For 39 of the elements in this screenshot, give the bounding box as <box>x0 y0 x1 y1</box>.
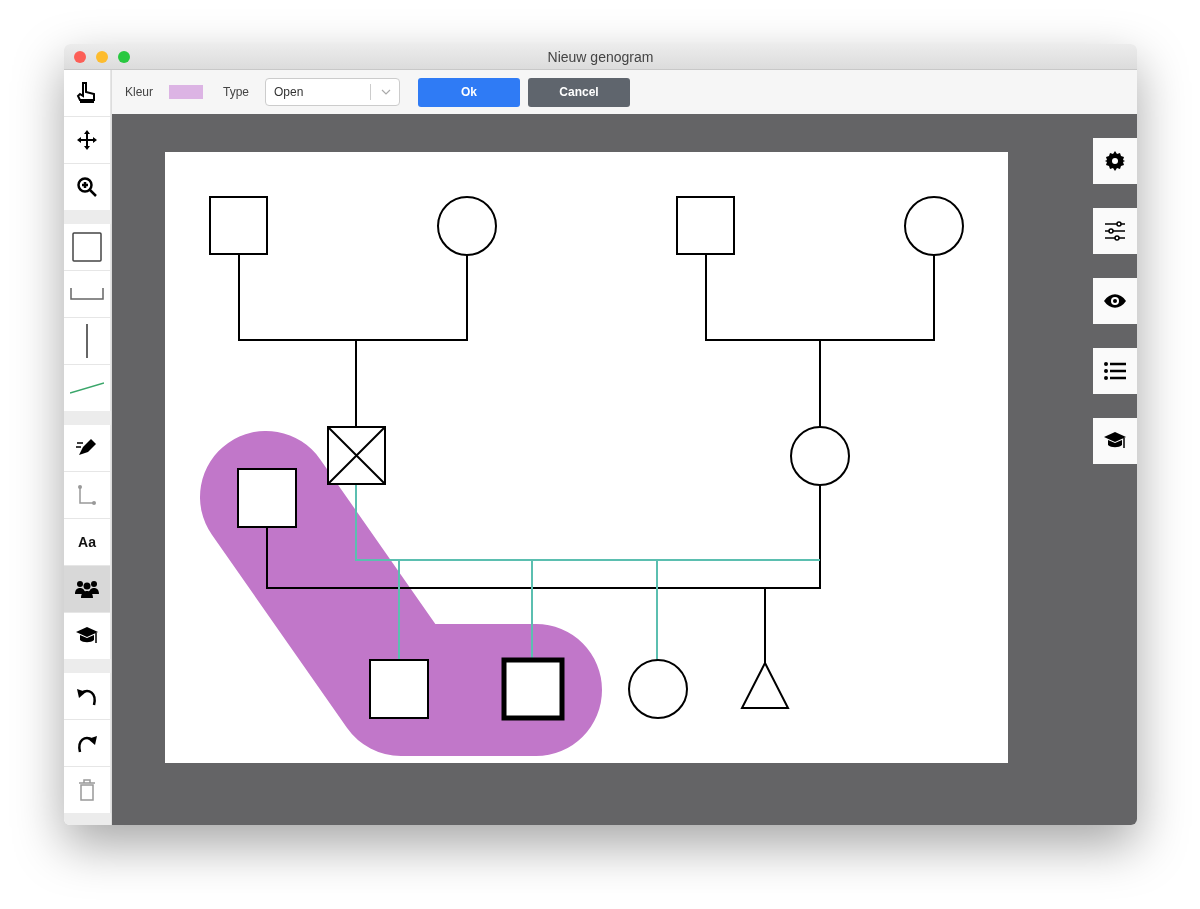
trash-icon <box>78 779 96 801</box>
eye-icon <box>1103 293 1127 309</box>
list-icon <box>1104 362 1126 380</box>
ok-button[interactable]: Ok <box>418 77 521 107</box>
zoom-in-icon <box>76 176 98 198</box>
education-button[interactable] <box>1093 418 1137 464</box>
zoom-tool-button[interactable] <box>64 164 110 210</box>
family-tool-button[interactable] <box>64 566 110 612</box>
type-dropdown[interactable]: Open <box>265 78 401 106</box>
settings-icon <box>1104 150 1126 172</box>
text-tool-button[interactable]: Aa <box>64 519 110 565</box>
move-tool-button[interactable] <box>64 117 110 163</box>
type-label: Type <box>223 85 250 99</box>
diagonal-line-icon <box>70 382 104 394</box>
vertical-line-icon <box>85 324 89 358</box>
people-group-icon <box>74 579 100 599</box>
chevron-down-icon <box>381 89 392 95</box>
cancel-button[interactable]: Cancel <box>528 77 631 107</box>
pointer-tool-button[interactable] <box>64 70 110 116</box>
bracket-tool-button[interactable] <box>64 271 110 317</box>
settings-button[interactable] <box>1093 138 1137 184</box>
redo-button[interactable] <box>64 720 110 766</box>
vertical-line-tool-button[interactable] <box>64 318 110 364</box>
rectangle-icon <box>72 232 102 262</box>
sliders-icon <box>1104 221 1126 241</box>
rectangle-tool-button[interactable] <box>64 224 110 270</box>
sliders-button[interactable] <box>1093 208 1137 254</box>
visibility-button[interactable] <box>1093 278 1137 324</box>
connector-icon <box>76 484 98 506</box>
education-tool-button[interactable] <box>64 613 110 659</box>
pen-tool-button[interactable] <box>64 425 110 471</box>
color-label: Kleur <box>125 85 153 99</box>
move-arrows-icon <box>76 129 98 151</box>
window-title: Nieuw genogram <box>547 48 654 65</box>
undo-button[interactable] <box>64 673 110 719</box>
color-swatch[interactable] <box>169 85 203 99</box>
bracket-icon <box>70 288 104 300</box>
hand-pointer-icon <box>76 81 98 105</box>
list-button[interactable] <box>1093 348 1137 394</box>
